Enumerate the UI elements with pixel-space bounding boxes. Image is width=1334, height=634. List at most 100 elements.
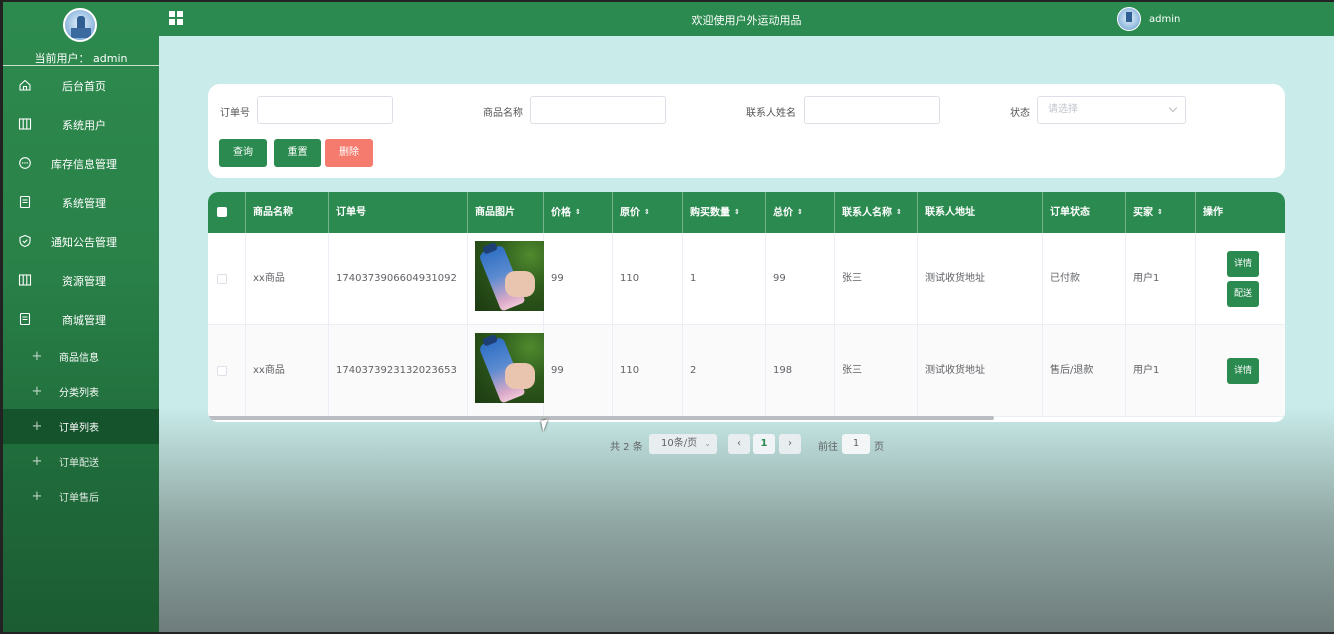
column-header: 联系人名称 xyxy=(842,207,892,219)
product-image[interactable] xyxy=(475,333,544,403)
detail-button[interactable]: 详情 xyxy=(1227,251,1259,277)
sidebar-item-label: 资源管理 xyxy=(62,274,106,288)
chevron-down-icon xyxy=(1168,103,1178,113)
query-button[interactable]: 查询 xyxy=(219,139,267,167)
reset-button[interactable]: 重置 xyxy=(274,139,321,167)
deliver-button[interactable]: 配送 xyxy=(1227,281,1259,307)
sidebar-item-notice[interactable]: 通知公告管理 xyxy=(3,222,159,261)
submenu-item-category-list[interactable]: + 分类列表 xyxy=(3,374,159,409)
sidebar-item-label: 库存信息管理 xyxy=(51,157,117,171)
sidebar-item-resources[interactable]: 资源管理 xyxy=(3,261,159,300)
submenu-item-order-list[interactable]: + 订单列表 xyxy=(3,409,159,444)
submenu-item-order-delivery[interactable]: + 订单配送 xyxy=(3,444,159,479)
submenu-item-product-info[interactable]: + 商品信息 xyxy=(3,339,159,374)
column-header: 操作 xyxy=(1203,207,1223,218)
column-header-sortable[interactable]: 购买数量 ⇕ xyxy=(683,192,766,233)
sort-icon[interactable]: ⇕ xyxy=(1157,192,1163,233)
submenu-item-label: 订单售后 xyxy=(59,493,99,504)
column-header: 商品名称 xyxy=(246,192,329,233)
row-checkbox[interactable] xyxy=(217,366,227,376)
delete-button[interactable]: 删除 xyxy=(325,139,373,167)
cell-quantity: 1 xyxy=(683,233,766,325)
row-select-cell xyxy=(208,325,246,417)
plus-icon: + xyxy=(31,419,43,434)
sidebar: 当前用户： admin 后台首页 系统用户 库存信息管理 系统管理 通知公告管理… xyxy=(3,2,159,632)
chat-icon xyxy=(19,157,31,169)
submenu-item-after-sales[interactable]: + 订单售后 xyxy=(3,479,159,514)
chevron-down-icon: ⌄ xyxy=(704,439,711,448)
select-all-cell xyxy=(208,192,246,233)
contact-name-input[interactable] xyxy=(804,96,940,124)
order-no-input[interactable] xyxy=(257,96,393,124)
column-header-sortable[interactable]: 总价 ⇕ xyxy=(766,192,835,233)
page-number-current[interactable]: 1 xyxy=(753,434,775,454)
sort-icon[interactable]: ⇕ xyxy=(644,192,650,233)
top-bar: 欢迎使用户外运动用品 admin xyxy=(159,2,1334,36)
column-header: 订单号 xyxy=(329,192,468,233)
sidebar-item-inventory[interactable]: 库存信息管理 xyxy=(3,144,159,183)
column-header-sortable[interactable]: 原价 ⇕ xyxy=(613,192,683,233)
sidebar-item-system-management[interactable]: 系统管理 xyxy=(3,183,159,222)
hand-shape xyxy=(505,363,535,389)
page-size-value: 10条/页 xyxy=(661,438,698,449)
sidebar-item-system-users[interactable]: 系统用户 xyxy=(3,105,159,144)
product-image[interactable] xyxy=(475,241,544,311)
sidebar-item-label: 商城管理 xyxy=(62,313,106,327)
sort-icon[interactable]: ⇕ xyxy=(734,192,740,233)
hand-shape xyxy=(505,271,535,297)
sort-icon[interactable]: ⇕ xyxy=(575,192,581,233)
avatar xyxy=(63,8,97,42)
row-select-cell xyxy=(208,233,246,325)
cell-address: 测试收货地址 xyxy=(918,325,1043,417)
cell-image xyxy=(468,233,544,325)
plus-icon: + xyxy=(31,489,43,504)
detail-button[interactable]: 详情 xyxy=(1227,358,1259,384)
column-header: 购买数量 xyxy=(690,207,730,219)
row-checkbox[interactable] xyxy=(217,274,227,284)
status-select[interactable]: 请选择 xyxy=(1037,96,1186,124)
cell-address: 测试收货地址 xyxy=(918,233,1043,325)
avatar[interactable] xyxy=(1117,7,1141,31)
column-header-sortable[interactable]: 价格 ⇕ xyxy=(544,192,613,233)
submenu-item-label: 订单列表 xyxy=(59,423,99,434)
cell-status: 已付款 xyxy=(1043,233,1126,325)
next-page-button[interactable]: › xyxy=(779,434,801,454)
column-header-sortable[interactable]: 联系人名称 ⇕ xyxy=(835,192,918,233)
sidebar-item-mall[interactable]: 商城管理 xyxy=(3,300,159,339)
submenu-item-label: 商品信息 xyxy=(59,353,99,364)
table-row: xx商品 1740373906604931092 99 110 1 99 张三 … xyxy=(208,233,1285,325)
home-icon xyxy=(19,79,31,91)
cell-product: xx商品 xyxy=(246,325,329,417)
column-header-sortable[interactable]: 买家 ⇕ xyxy=(1126,192,1196,233)
product-name-input[interactable] xyxy=(530,96,666,124)
sort-icon[interactable]: ⇕ xyxy=(896,192,902,233)
cell-buyer: 用户1 xyxy=(1126,233,1196,325)
chevron-left-icon: ‹ xyxy=(737,438,741,449)
prev-page-button[interactable]: ‹ xyxy=(728,434,750,454)
sort-icon[interactable]: ⇕ xyxy=(797,192,803,233)
table-header: 商品名称 订单号 商品图片 价格 ⇕ 原价 ⇕ 购买数量 ⇕ 总价 ⇕ 联系人名称 ⇕ 联… xyxy=(208,192,1285,233)
columns-icon xyxy=(18,118,32,130)
header-username[interactable]: admin xyxy=(1149,14,1180,25)
cell-order-no: 1740373923132023653 xyxy=(329,325,468,417)
sidebar-header: 当前用户： admin xyxy=(3,2,159,66)
column-header: 买家 xyxy=(1133,207,1153,219)
column-header: 订单状态 xyxy=(1043,192,1126,233)
page-size-select[interactable]: 10条/页 ⌄ xyxy=(649,434,717,454)
plus-icon: + xyxy=(31,384,43,399)
cell-status: 售后/退款 xyxy=(1043,325,1126,417)
horizontal-scrollbar[interactable] xyxy=(208,416,994,420)
document-icon xyxy=(19,312,31,326)
sidebar-item-home[interactable]: 后台首页 xyxy=(3,66,159,105)
cell-original-price: 110 xyxy=(613,233,683,325)
select-all-checkbox[interactable] xyxy=(217,207,227,217)
sidebar-menu: 后台首页 系统用户 库存信息管理 系统管理 通知公告管理 资源管理 商城管理 xyxy=(3,66,159,339)
contact-name-label: 联系人姓名 xyxy=(746,108,796,119)
cell-contact: 张三 xyxy=(835,233,918,325)
sidebar-item-label: 系统用户 xyxy=(62,118,106,132)
pagination-total: 共 2 条 xyxy=(610,442,643,453)
sidebar-item-label: 通知公告管理 xyxy=(51,235,117,249)
goto-label: 前往 xyxy=(818,442,838,453)
sidebar-item-label: 后台首页 xyxy=(62,79,106,93)
goto-page-input[interactable]: 1 xyxy=(842,434,870,454)
